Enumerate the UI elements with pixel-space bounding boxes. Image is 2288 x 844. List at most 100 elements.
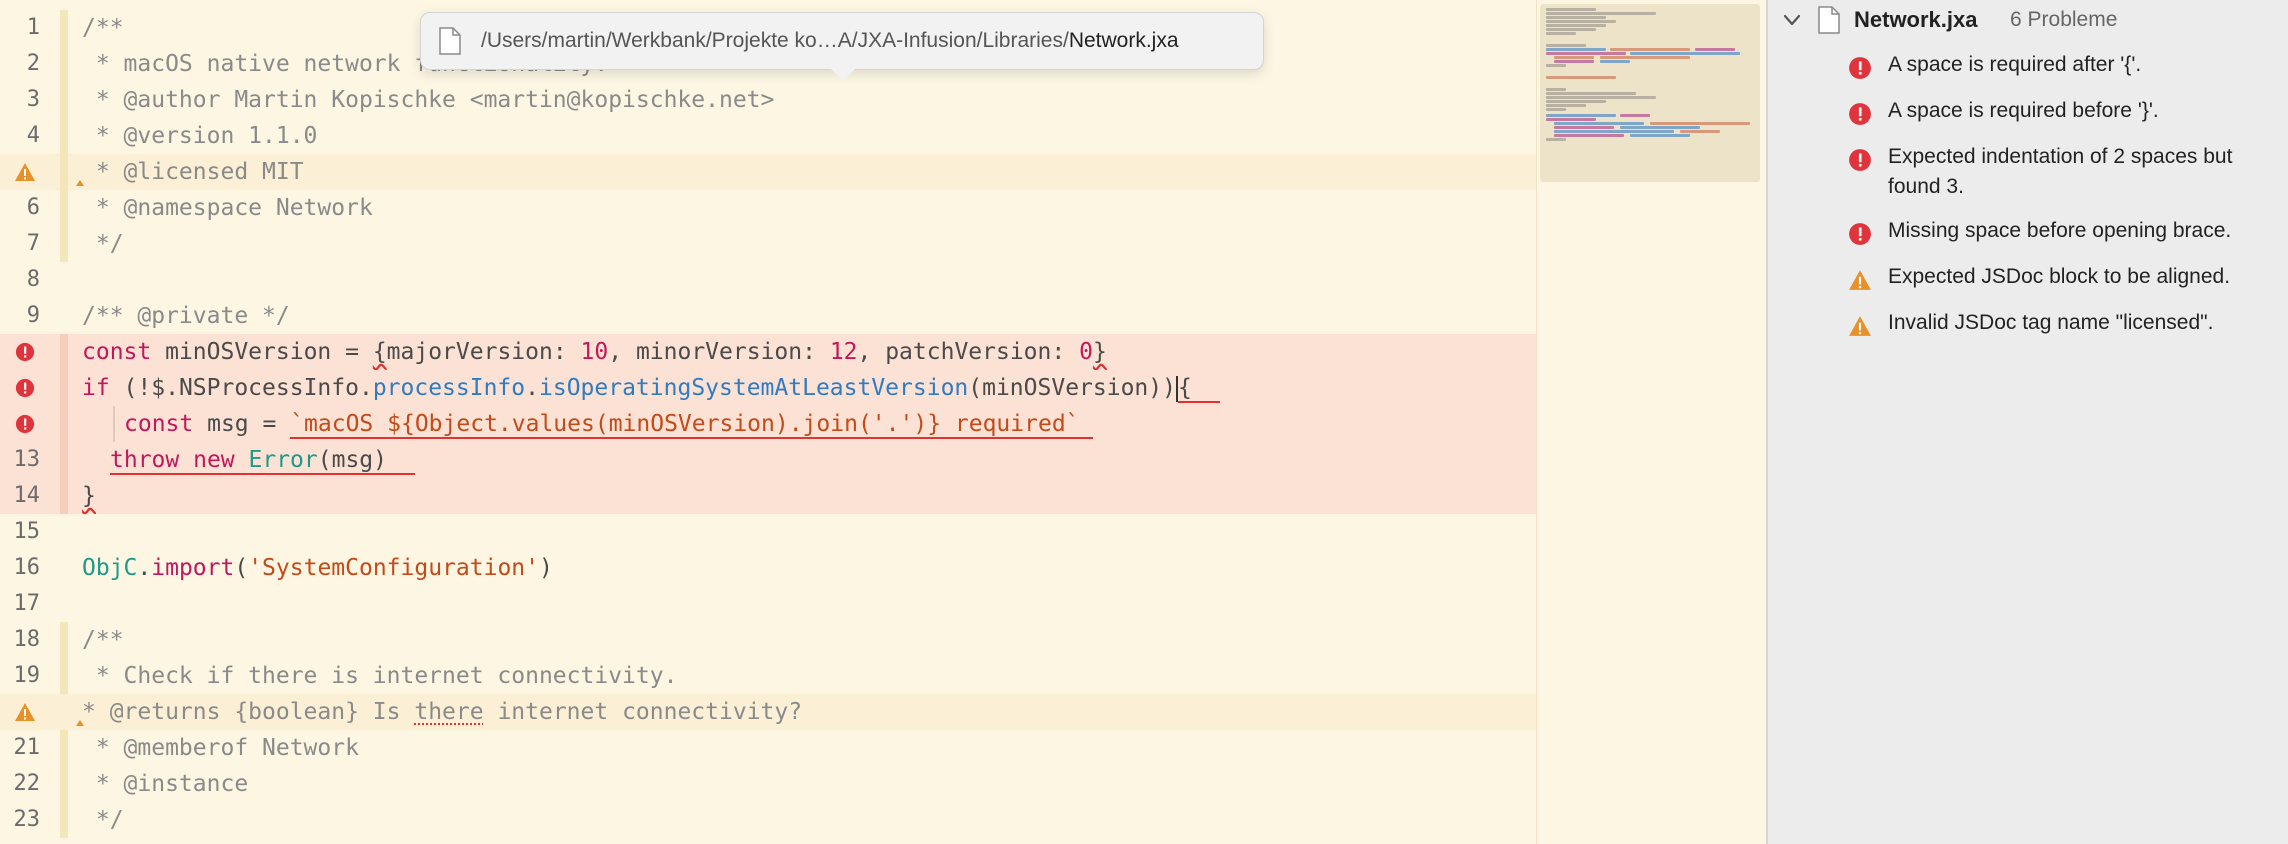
code-line-warning[interactable]: * @returns {boolean} Is there internet c… [0, 694, 1536, 730]
change-bar [60, 82, 68, 118]
minimap-stroke [1546, 44, 1586, 47]
code-line[interactable]: 15 [0, 514, 1536, 550]
minimap-stroke [1554, 56, 1594, 59]
minimap-stroke [1610, 48, 1690, 51]
line-number: 3 [26, 87, 40, 112]
line-number: 16 [13, 555, 41, 580]
change-bar [60, 442, 68, 478]
keyword: if [82, 375, 110, 401]
minimap-stroke [1554, 60, 1594, 63]
minimap-stroke [1546, 28, 1596, 31]
file-path-popover[interactable]: /Users/martin/Werkbank/Projekte ko…A/JXA… [420, 12, 1264, 81]
warning-icon [1849, 316, 1871, 336]
minimap-stroke [1546, 88, 1566, 91]
warning-icon[interactable] [14, 702, 36, 722]
code-text: const msg = `macOS ${Object.values(minOS… [124, 406, 1094, 442]
error-icon[interactable] [14, 414, 36, 434]
minimap-stroke [1630, 52, 1740, 55]
line-number: 23 [13, 807, 41, 832]
warning-icon [1849, 270, 1871, 290]
code-text: * @version 1.1.0 [82, 123, 318, 149]
code-text: ObjC.import('SystemConfiguration') [82, 550, 553, 586]
minimap-stroke [1546, 32, 1576, 35]
minimap-stroke [1546, 92, 1636, 95]
error-icon[interactable] [14, 342, 36, 362]
minimap-stroke [1546, 100, 1606, 103]
issues-file-header[interactable]: Network.jxa 6 Probleme [1768, 0, 2288, 40]
string-literal: `macOS [290, 411, 388, 437]
code-line-error[interactable]: if (!$.NSProcessInfo.processInfo.isOpera… [0, 370, 1536, 406]
code-line-error[interactable]: 14 } [0, 478, 1536, 514]
code-line-warning[interactable]: * @licensed MIT [0, 154, 1536, 190]
error-icon [1849, 223, 1871, 245]
code-token: msg = [193, 411, 291, 437]
code-line[interactable]: 21 * @memberof Network [0, 730, 1536, 766]
error-icon [1849, 57, 1871, 79]
error-underline [387, 447, 415, 473]
code-text: */ [82, 807, 124, 833]
code-line[interactable]: 16 ObjC.import('SystemConfiguration') [0, 550, 1536, 586]
minimap[interactable] [1540, 4, 1760, 182]
error-underline [1080, 411, 1094, 437]
file-icon [439, 27, 461, 55]
code-line[interactable]: 4 * @version 1.1.0 [0, 118, 1536, 154]
code-editor[interactable]: 1 /** 2 * macOS native network functiona… [0, 0, 1536, 844]
minimap-stroke [1554, 126, 1614, 129]
keyword: new [193, 447, 235, 473]
warning-icon[interactable] [14, 162, 36, 182]
code-token: (!$.NSProcessInfo. [109, 375, 373, 401]
code-text: * @instance [82, 771, 249, 797]
change-bar [60, 46, 68, 82]
code-line[interactable]: 6 * @namespace Network [0, 190, 1536, 226]
popover-arrow [831, 69, 855, 81]
class-name: Error [248, 447, 318, 473]
code-token: internet connectivity? [483, 699, 803, 725]
file-path-prefix: /Users/martin/Werkbank/Projekte ko…A/JXA… [481, 29, 1069, 52]
minimap-stroke [1546, 104, 1586, 107]
code-text: } [82, 483, 96, 509]
code-line[interactable]: 8 [0, 262, 1536, 298]
code-line-error[interactable]: 13 throw new Error(msg) [0, 442, 1536, 478]
change-bar [60, 658, 68, 694]
code-line[interactable]: 23 */ [0, 802, 1536, 838]
code-line[interactable]: 19 * Check if there is internet connecti… [0, 658, 1536, 694]
code-line[interactable]: 18 /** [0, 622, 1536, 658]
code-line[interactable]: 7 */ [0, 226, 1536, 262]
issue-message: Expected indentation of 2 spaces but fou… [1888, 145, 2233, 198]
error-icon[interactable] [14, 378, 36, 398]
change-bar [60, 478, 68, 514]
method-name: import [151, 555, 235, 581]
change-bar [60, 334, 68, 370]
change-bar [60, 226, 68, 262]
minimap-stroke [1546, 76, 1616, 79]
code-text: * @namespace Network [82, 195, 373, 221]
minimap-stroke [1546, 12, 1656, 15]
code-line[interactable]: 9 /** @private */ [0, 298, 1536, 334]
line-number: 13 [13, 447, 41, 472]
file-path-name: Network.jxa [1068, 29, 1179, 52]
code-text: /** @private */ [82, 303, 290, 329]
spelling-underline: there [414, 699, 484, 725]
string-literal: Object.values(minOSVersion).join('.') [414, 411, 928, 437]
code-line[interactable]: 22 * @instance [0, 766, 1536, 802]
minimap-stroke [1546, 48, 1606, 51]
code-token: ( [234, 555, 249, 581]
code-line[interactable]: 17 [0, 586, 1536, 622]
code-token: * @returns {boolean} Is [82, 699, 415, 725]
code-line-error[interactable]: const msg = `macOS ${Object.values(minOS… [0, 406, 1536, 442]
minimap-stroke [1546, 64, 1566, 67]
file-icon [1818, 6, 1840, 34]
chevron-down-icon[interactable] [1782, 10, 1802, 30]
code-line-error[interactable]: const minOSVersion = {majorVersion: 10, … [0, 334, 1536, 370]
code-line[interactable]: 3 * @author Martin Kopischke <martin@kop… [0, 82, 1536, 118]
issue-message: Expected JSDoc block to be aligned. [1888, 265, 2231, 288]
number-literal: 10 [580, 339, 609, 365]
line-number: 8 [26, 267, 40, 292]
error-icon [1849, 149, 1871, 171]
issue-message: Missing space before opening brace. [1888, 219, 2232, 242]
change-bar [60, 730, 68, 766]
code-text: * @returns {boolean} Is there internet c… [82, 694, 802, 730]
change-bar [60, 802, 68, 838]
code-token: (msg) [317, 447, 388, 473]
minimap-stroke [1546, 114, 1616, 117]
